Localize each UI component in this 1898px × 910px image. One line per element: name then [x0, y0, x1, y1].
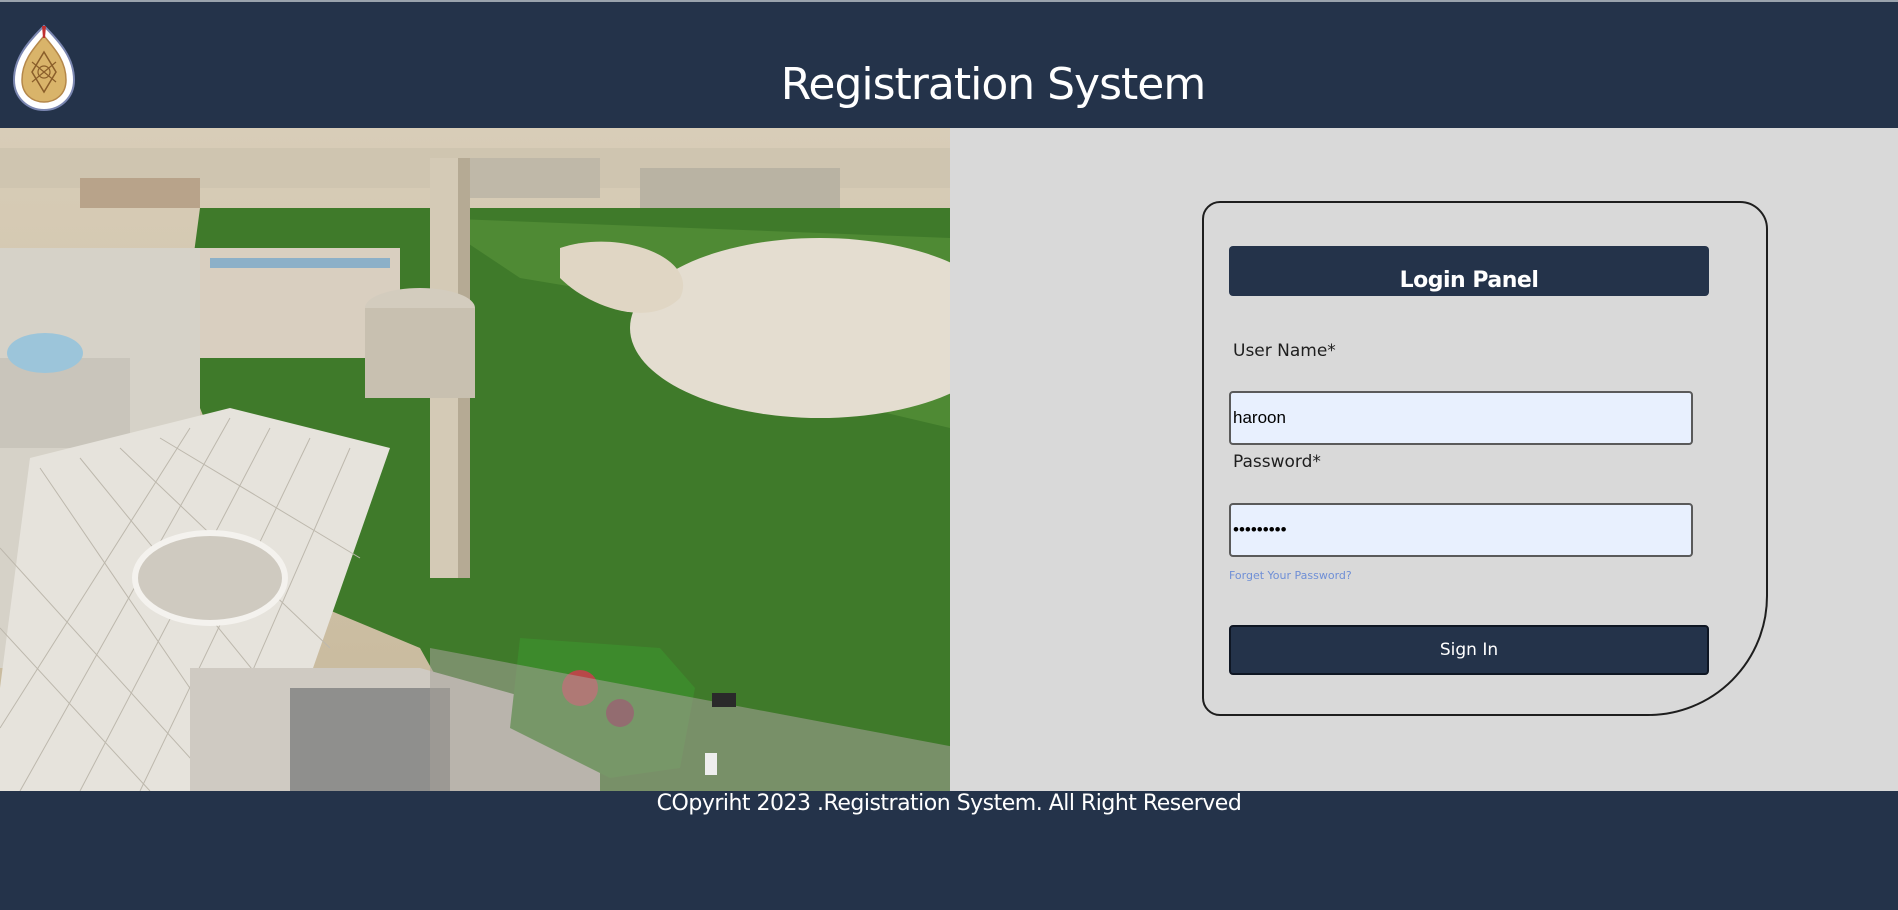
- forgot-password-link[interactable]: Forget Your Password?: [1229, 569, 1352, 582]
- login-panel: Login Panel User Name* Password* Forget …: [1202, 201, 1768, 716]
- copyright-text: COpyriht 2023 .Registration System. All …: [656, 791, 1242, 816]
- page-title: Registration System: [780, 59, 1206, 111]
- campus-aerial-photo: [0, 128, 950, 791]
- username-label: User Name*: [1233, 341, 1336, 361]
- page-footer: COpyriht 2023 .Registration System. All …: [0, 791, 1898, 910]
- login-area: Login Panel User Name* Password* Forget …: [950, 128, 1898, 791]
- username-field[interactable]: [1229, 391, 1693, 445]
- page-header: Registration System: [0, 2, 1898, 128]
- login-panel-title: Login Panel: [1229, 246, 1709, 296]
- password-label: Password*: [1233, 452, 1321, 472]
- sign-in-button[interactable]: Sign In: [1229, 625, 1709, 675]
- password-field[interactable]: [1229, 503, 1693, 557]
